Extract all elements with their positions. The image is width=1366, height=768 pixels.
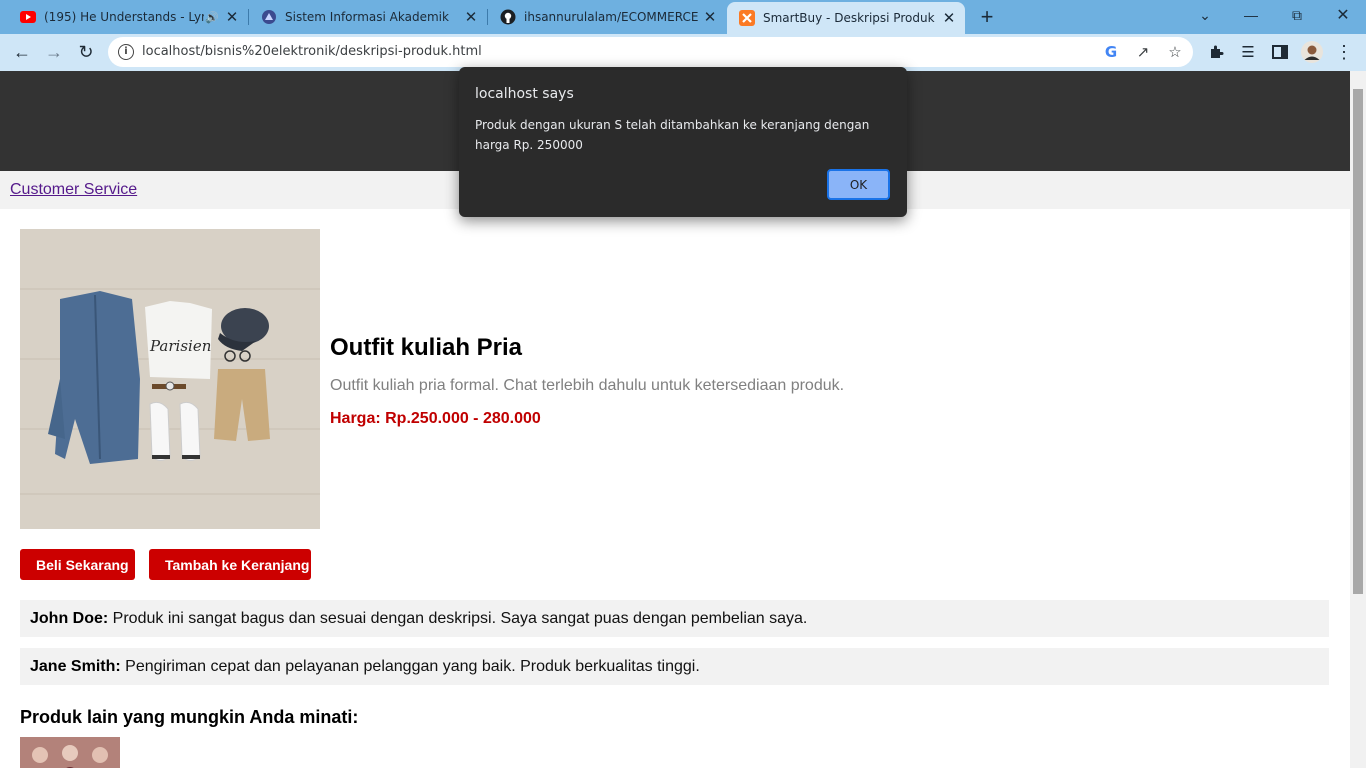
tab-smartbuy[interactable]: SmartBuy - Deskripsi Produk ✕	[727, 2, 965, 34]
ok-button[interactable]: OK	[827, 169, 890, 200]
review-text: Pengiriman cepat dan pelayanan pelanggan…	[125, 658, 700, 675]
review-text: Produk ini sangat bagus dan sesuai denga…	[112, 610, 808, 627]
dialog-message: Produk dengan ukuran S telah ditambahkan…	[475, 118, 870, 152]
product-info: Outfit kuliah Pria Outfit kuliah pria fo…	[330, 334, 844, 428]
xampp-icon	[739, 10, 755, 26]
tab-youtube[interactable]: (195) He Understands - Lyric 🔊 ✕	[8, 0, 248, 34]
product-image: Parisien	[20, 229, 320, 529]
product-description: Outfit kuliah pria formal. Chat terlebih…	[330, 377, 845, 394]
url-text[interactable]: localhost/bisnis%20elektronik/deskripsi-…	[142, 44, 482, 59]
review-item: John Doe: Produk ini sangat bagus dan se…	[20, 600, 1329, 637]
menu-icon[interactable]: ⋮	[1333, 41, 1355, 63]
google-icon[interactable]: G	[1102, 43, 1120, 61]
tab-title: Sistem Informasi Akademik	[285, 10, 449, 24]
new-tab-button[interactable]: +	[976, 6, 998, 29]
youtube-icon	[20, 9, 36, 25]
side-panel-icon[interactable]	[1269, 41, 1291, 63]
tab-title: (195) He Understands - Lyric	[44, 10, 204, 24]
close-icon[interactable]: ✕	[941, 9, 957, 27]
review-item: Jane Smith: Pengiriman cepat dan pelayan…	[20, 648, 1329, 685]
alert-dialog: localhost says Produk dengan ukuran S te…	[459, 67, 907, 217]
tab-bar: (195) He Understands - Lyric 🔊 ✕ Sistem …	[0, 0, 1366, 34]
close-icon[interactable]: ✕	[224, 8, 240, 26]
tab-title: ihsannurulalam/ECOMMERCE	[524, 10, 699, 24]
add-to-cart-button[interactable]: Tambah ke Keranjang	[149, 549, 311, 580]
page-scrollbar[interactable]	[1350, 71, 1366, 768]
minimize-button[interactable]: —	[1228, 0, 1274, 30]
back-icon[interactable]: ←	[8, 38, 36, 66]
tab-github[interactable]: ihsannurulalam/ECOMMERCE ✕	[488, 0, 726, 34]
dialog-title: localhost says	[475, 86, 574, 102]
extensions-icon[interactable]	[1205, 41, 1227, 63]
product-price: Harga: Rp.250.000 - 280.000	[330, 410, 541, 427]
github-icon	[500, 9, 516, 25]
customer-service-link[interactable]: Customer Service	[10, 181, 137, 198]
scrollbar-thumb[interactable]	[1353, 89, 1363, 594]
bookmark-star-icon[interactable]: ☆	[1166, 43, 1184, 61]
product-section: Parisien Outfit kuliah Pria Outfit kulia…	[20, 229, 1330, 529]
media-control-icon[interactable]: ☰	[1237, 41, 1259, 63]
restore-button[interactable]: ⧉	[1274, 0, 1320, 30]
related-product-image[interactable]	[20, 737, 120, 768]
close-icon[interactable]: ✕	[463, 8, 479, 26]
reviewer-name: John Doe:	[30, 610, 109, 627]
share-icon[interactable]: ↗	[1134, 43, 1152, 61]
shirt-print-text: Parisien	[149, 337, 211, 355]
tab-title: SmartBuy - Deskripsi Produk	[763, 11, 935, 25]
forward-icon[interactable]: →	[40, 38, 68, 66]
browser-toolbar: ← → ↻ i localhost/bisnis%20elektronik/de…	[0, 34, 1366, 71]
tab-search-icon[interactable]: ⌄	[1182, 0, 1228, 30]
window-close-button[interactable]: ✕	[1320, 0, 1366, 30]
close-icon[interactable]: ✕	[702, 8, 718, 26]
reviewer-name: Jane Smith:	[30, 658, 121, 675]
avatar[interactable]	[1301, 41, 1323, 63]
speaker-icon[interactable]: 🔊	[204, 9, 220, 25]
reload-icon[interactable]: ↻	[72, 38, 100, 66]
campus-icon	[261, 9, 277, 25]
product-title: Outfit kuliah Pria	[330, 334, 523, 361]
site-info-icon[interactable]: i	[118, 44, 134, 60]
related-products-title: Produk lain yang mungkin Anda minati:	[20, 707, 359, 727]
tab-akademik[interactable]: Sistem Informasi Akademik ✕	[249, 0, 487, 34]
address-bar[interactable]: i localhost/bisnis%20elektronik/deskrips…	[108, 37, 1193, 67]
buy-now-button[interactable]: Beli Sekarang	[20, 549, 135, 580]
